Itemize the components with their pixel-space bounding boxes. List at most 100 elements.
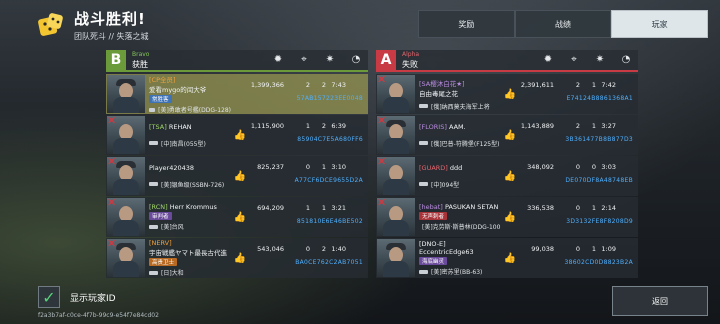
player-row[interactable]: ✕ [RCN] Herr Krommus 审判者 [美]台风 👍 694,209… bbox=[106, 197, 368, 237]
assists: 2 bbox=[321, 81, 326, 89]
player-name: PASUKAN SETAN bbox=[444, 203, 499, 211]
player-list: ✕ [SA樱沐白花★] 自由毒尾之花 [俄]纳西莫夫海军上将 👍 2,391,6… bbox=[376, 74, 638, 278]
show-id-label: 显示玩家ID bbox=[70, 293, 116, 304]
player-avatar: ✕ bbox=[107, 116, 145, 154]
header: 战斗胜利! 团队死斗 // 失落之城 bbox=[36, 8, 148, 42]
back-button[interactable]: 返回 bbox=[612, 286, 708, 316]
player-id: 38602CD0D8823B2A bbox=[564, 259, 633, 266]
ship-icon bbox=[419, 182, 428, 186]
team-name: Alpha bbox=[402, 50, 420, 58]
team-name: Bravo bbox=[132, 50, 150, 58]
player-id: 57AB157223EE0048 bbox=[296, 95, 363, 102]
assists: 1 bbox=[591, 81, 596, 89]
destroyed-x-icon: ✕ bbox=[377, 198, 387, 209]
team-panel-alpha: A Alpha 失败 ✹ ⌖ ✷ ◔ ✕ [SA樱沐白花★] 自由毒尾之花 [俄… bbox=[376, 50, 638, 279]
column-header-icons: ✹ ⌖ ✷ ◔ bbox=[272, 54, 362, 65]
show-id-checkbox[interactable]: ✓ bbox=[38, 286, 60, 308]
score: 1,399,366 bbox=[250, 81, 284, 89]
player-row[interactable]: ✕ [hebat] PASUKAN SETAN 无声刺者 [美]克劳斯·斯普林(… bbox=[376, 197, 638, 237]
team-letter-badge: B bbox=[106, 50, 126, 70]
player-row[interactable]: [CP全员] 爱看mygo的闰大爷 常胜客 [美]勇敢者号艦(DDG-128) … bbox=[106, 74, 368, 114]
score: 825,237 bbox=[257, 163, 284, 171]
tab-stats[interactable]: 战绩 bbox=[514, 10, 612, 38]
player-name: 宇宙戦艦ヤマト最長古代進 bbox=[149, 249, 227, 257]
title-badge: 常胜客 bbox=[149, 95, 172, 103]
title-badge: 海底幽灵 bbox=[419, 257, 448, 265]
column-header-icons: ✹ ⌖ ✷ ◔ bbox=[542, 54, 632, 65]
player-id: 3D3132FE8F8208D9 bbox=[566, 218, 633, 225]
kills: 0 bbox=[575, 204, 580, 212]
team-result: 获胜 bbox=[132, 59, 148, 69]
destroyed-x-icon: ✕ bbox=[377, 157, 387, 168]
player-id: 85904C7E5A680FF6 bbox=[297, 136, 363, 143]
target-column-icon: ⌖ bbox=[301, 54, 307, 65]
kills-column-icon: ✹ bbox=[273, 54, 283, 65]
ship-icon bbox=[419, 269, 428, 274]
survival-time: 3:21 bbox=[331, 204, 346, 212]
player-avatar: ✕ bbox=[377, 157, 415, 195]
clan-tag: [TSA] bbox=[149, 122, 167, 131]
assists: 1 bbox=[591, 122, 596, 130]
ship-name: [中]094型 bbox=[431, 181, 460, 189]
player-name: Player420438 bbox=[149, 163, 195, 172]
survival-time: 7:42 bbox=[601, 81, 616, 89]
survival-time: 6:39 bbox=[331, 122, 346, 130]
assists: 2 bbox=[321, 245, 326, 253]
title-badge: 无声刺者 bbox=[419, 212, 448, 220]
player-avatar: ✕ bbox=[107, 157, 145, 195]
player-row[interactable]: [DNO-E] EccentricEdge63 海底幽灵 [美]密苏里(BB-6… bbox=[376, 238, 638, 278]
survival-time: 1:40 bbox=[331, 245, 346, 253]
time-column-icon: ◔ bbox=[621, 54, 631, 65]
ship-name: [中]南昌(055型) bbox=[161, 140, 206, 148]
ship-name: [日]大和 bbox=[161, 270, 184, 277]
ship-name: [美]克劳斯·斯普林(DDG-1001) bbox=[422, 224, 501, 231]
player-name: Herr Krommus bbox=[169, 203, 217, 211]
assists: 1 bbox=[591, 245, 596, 253]
destroyed-x-icon: ✕ bbox=[377, 75, 387, 86]
ship-name: [美]台风 bbox=[161, 224, 184, 231]
kills: 0 bbox=[305, 163, 310, 171]
dice-logo-icon bbox=[36, 10, 66, 40]
assists: 1 bbox=[321, 163, 326, 171]
clan-tag: [SA樱沐白花★] bbox=[419, 79, 465, 88]
tab-players[interactable]: 玩家 bbox=[611, 10, 709, 38]
player-row[interactable]: ✕ [NERV] 宇宙戦艦ヤマト最長古代進 高贵卫士 [日]大和 👍 543,0… bbox=[106, 238, 368, 278]
player-row[interactable]: ✕ Player420438 [美]银鱼级(SSBN-726) 👍 825,23… bbox=[106, 156, 368, 196]
player-avatar bbox=[107, 75, 145, 113]
player-row[interactable]: ✕ [TSA] REHAN [中]南昌(055型) 👍 1,115,900 1 … bbox=[106, 115, 368, 155]
destroyed-x-icon: ✕ bbox=[107, 157, 117, 168]
page-title: 战斗胜利! bbox=[74, 10, 146, 28]
team-underline bbox=[106, 70, 368, 72]
team-result: 失败 bbox=[402, 59, 418, 69]
score: 694,209 bbox=[257, 204, 284, 212]
assist-column-icon: ✷ bbox=[325, 54, 335, 65]
kills: 2 bbox=[575, 81, 580, 89]
tab-rewards[interactable]: 奖励 bbox=[418, 10, 515, 38]
kills: 0 bbox=[305, 245, 310, 253]
player-row[interactable]: ✕ [GUARD] ddd [中]094型 👍 348,092 0 0 3:03… bbox=[376, 156, 638, 196]
player-row[interactable]: ✕ [SA樱沐白花★] 自由毒尾之花 [俄]纳西莫夫海军上将 👍 2,391,6… bbox=[376, 74, 638, 114]
survival-time: 3:03 bbox=[601, 163, 616, 171]
score: 1,143,889 bbox=[520, 122, 554, 130]
score: 2,391,611 bbox=[520, 81, 554, 89]
player-name: 爱看mygo的闰大爷 bbox=[149, 86, 207, 94]
survival-time: 3:10 bbox=[331, 163, 346, 171]
ship-icon bbox=[149, 182, 158, 186]
ship-icon bbox=[419, 104, 428, 108]
checkmark-icon: ✓ bbox=[42, 287, 56, 307]
title-badge: 高贵卫士 bbox=[149, 258, 178, 266]
assists: 0 bbox=[591, 163, 596, 171]
clan-tag: [hebat] bbox=[419, 203, 443, 211]
player-list: [CP全员] 爱看mygo的闰大爷 常胜客 [美]勇敢者号艦(DDG-128) … bbox=[106, 74, 368, 278]
show-player-id-toggle[interactable]: ✓ 显示玩家ID bbox=[38, 286, 116, 308]
time-column-icon: ◔ bbox=[351, 54, 361, 65]
title-badge: 审判者 bbox=[149, 212, 172, 220]
player-id: 851810E6E46BE502 bbox=[296, 218, 363, 225]
kills: 2 bbox=[575, 122, 580, 130]
session-uuid: f2a3b7af-c0ce-4f7b-99c9-e54f7e84cd02 bbox=[38, 312, 159, 319]
player-row[interactable]: ✕ [FLORIS] AAM. [俄]巴普-符腾堡(F125型) 👍 1,143… bbox=[376, 115, 638, 155]
destroyed-x-icon: ✕ bbox=[107, 198, 117, 209]
survival-time: 1:09 bbox=[601, 245, 616, 253]
clan-tag: [FLORIS] bbox=[419, 122, 447, 131]
score: 99,038 bbox=[531, 245, 554, 253]
